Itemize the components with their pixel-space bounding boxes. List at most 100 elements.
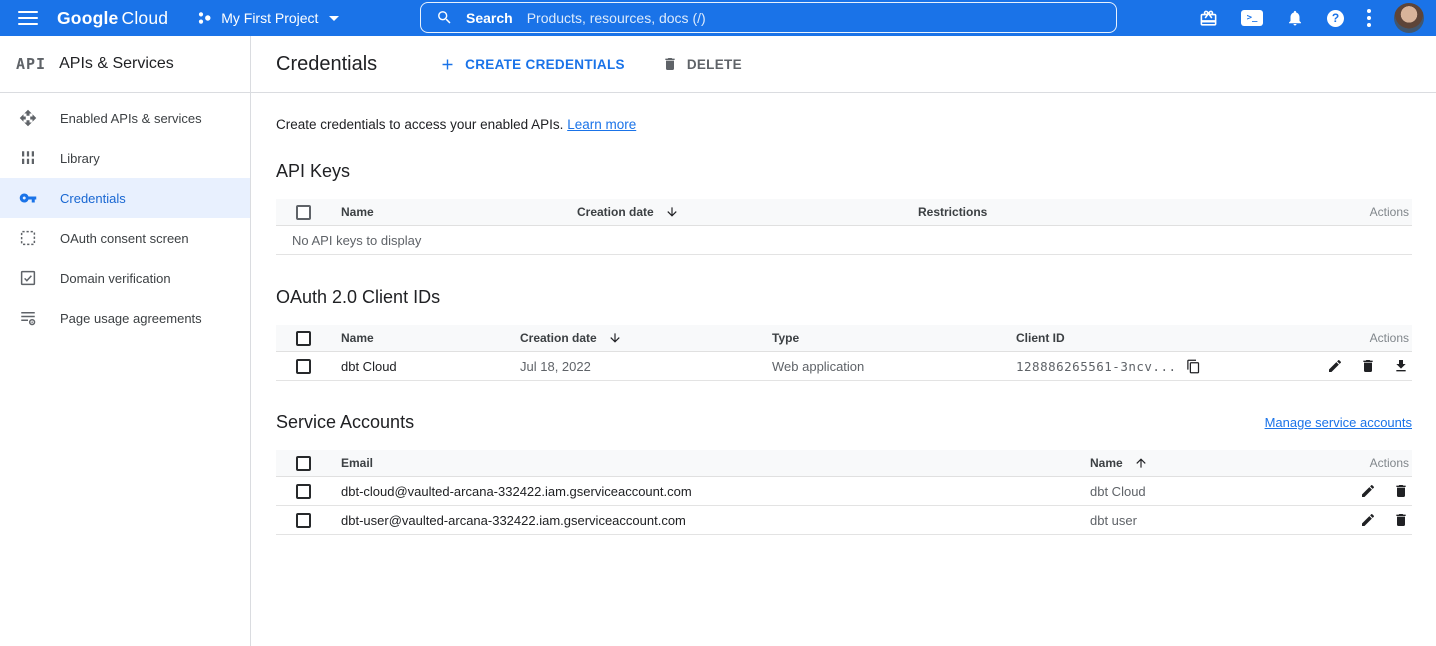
- edit-icon[interactable]: [1327, 358, 1343, 374]
- sort-desc-icon: [665, 205, 679, 219]
- sidebar: API APIs & Services Enabled APIs & servi…: [0, 36, 251, 646]
- sort-desc-icon: [608, 331, 622, 345]
- manage-service-accounts-link[interactable]: Manage service accounts: [1265, 415, 1412, 430]
- logo-cloud-text: Cloud: [121, 8, 168, 28]
- sidebar-item-label: Credentials: [60, 191, 126, 206]
- service-account-email: dbt-user@vaulted-arcana-332422.iam.gserv…: [341, 513, 1090, 528]
- sidebar-header: API APIs & Services: [0, 36, 250, 93]
- help-icon[interactable]: ?: [1327, 10, 1344, 27]
- edit-icon[interactable]: [1360, 512, 1376, 528]
- sidebar-item-enabled-apis[interactable]: Enabled APIs & services: [0, 98, 250, 138]
- select-all-checkbox[interactable]: [296, 456, 311, 471]
- name-label: Name: [1090, 456, 1123, 470]
- sidebar-item-label: Enabled APIs & services: [60, 111, 202, 126]
- sidebar-title: APIs & Services: [59, 55, 174, 73]
- download-icon[interactable]: [1393, 358, 1409, 374]
- project-name: My First Project: [221, 10, 318, 26]
- main-content: Credentials CREATE CREDENTIALS DELETE Cr…: [251, 36, 1436, 646]
- plus-icon: [439, 56, 456, 73]
- select-all-checkbox[interactable]: [296, 331, 311, 346]
- column-header-actions: Actions: [1302, 331, 1412, 345]
- project-icon: [196, 10, 212, 26]
- sidebar-item-domain-verification[interactable]: Domain verification: [0, 258, 250, 298]
- library-icon: [19, 149, 37, 167]
- intro-sentence: Create credentials to access your enable…: [276, 117, 563, 132]
- creation-date-label: Creation date: [520, 331, 597, 345]
- intro-text: Create credentials to access your enable…: [276, 117, 1412, 132]
- menu-icon[interactable]: [18, 11, 38, 25]
- sidebar-item-page-usage-agreements[interactable]: Page usage agreements: [0, 298, 250, 338]
- column-header-restrictions[interactable]: Restrictions: [918, 205, 1292, 219]
- more-vert-icon[interactable]: [1367, 9, 1371, 27]
- google-cloud-logo[interactable]: GoogleCloud: [57, 8, 168, 29]
- sidebar-item-credentials[interactable]: Credentials: [0, 178, 250, 218]
- sidebar-item-label: Library: [60, 151, 100, 166]
- delete-label: DELETE: [687, 57, 742, 72]
- project-selector[interactable]: My First Project: [196, 10, 339, 26]
- column-header-actions: Actions: [1292, 205, 1412, 219]
- sidebar-item-label: OAuth consent screen: [60, 231, 189, 246]
- row-checkbox[interactable]: [296, 513, 311, 528]
- row-checkbox[interactable]: [296, 359, 311, 374]
- api-keys-table: Name Creation date Restrictions Actions …: [276, 199, 1412, 255]
- sidebar-item-label: Page usage agreements: [60, 311, 202, 326]
- column-header-type[interactable]: Type: [772, 331, 1016, 345]
- delete-button[interactable]: DELETE: [662, 56, 742, 72]
- delete-icon[interactable]: [1360, 358, 1376, 374]
- top-bar: GoogleCloud My First Project Search Prod…: [0, 0, 1436, 36]
- column-header-client-id[interactable]: Client ID: [1016, 331, 1302, 345]
- table-row: dbt Cloud Jul 18, 2022 Web application 1…: [276, 352, 1412, 381]
- api-keys-empty-message: No API keys to display: [276, 226, 1412, 255]
- sidebar-nav: Enabled APIs & services Library Credenti…: [0, 93, 250, 338]
- service-account-name: dbt Cloud: [1090, 484, 1302, 499]
- avatar[interactable]: [1394, 3, 1424, 33]
- column-header-name[interactable]: Name: [341, 205, 577, 219]
- select-all-checkbox[interactable]: [296, 205, 311, 220]
- cloud-shell-icon[interactable]: >_: [1241, 10, 1263, 26]
- sort-asc-icon: [1134, 456, 1148, 470]
- delete-icon[interactable]: [1393, 512, 1409, 528]
- service-accounts-header-row: Email Name Actions: [276, 450, 1412, 477]
- oauth-consent-icon: [19, 229, 37, 247]
- service-account-email: dbt-cloud@vaulted-arcana-332422.iam.gser…: [341, 484, 1090, 499]
- service-accounts-table: Email Name Actions dbt-cloud@vaulted-arc…: [276, 450, 1412, 535]
- column-header-name[interactable]: Name: [341, 331, 520, 345]
- service-accounts-title: Service Accounts: [276, 412, 414, 433]
- notifications-icon[interactable]: [1286, 9, 1304, 27]
- page-usage-agreements-icon: [19, 309, 37, 327]
- chevron-down-icon: [329, 16, 339, 21]
- help-glyph: ?: [1327, 10, 1344, 27]
- sidebar-item-label: Domain verification: [60, 271, 171, 286]
- row-checkbox[interactable]: [296, 484, 311, 499]
- oauth-client-name: dbt Cloud: [341, 359, 520, 374]
- oauth-client-id: 128886265561-3ncv...: [1016, 359, 1177, 374]
- edit-icon[interactable]: [1360, 483, 1376, 499]
- cloud-shell-glyph: >_: [1241, 10, 1263, 26]
- sidebar-item-oauth-consent[interactable]: OAuth consent screen: [0, 218, 250, 258]
- enabled-apis-icon: [19, 109, 37, 127]
- column-header-email[interactable]: Email: [341, 456, 1090, 470]
- page-title: Credentials: [276, 53, 377, 76]
- gift-icon[interactable]: [1199, 9, 1218, 28]
- table-row: dbt-user@vaulted-arcana-332422.iam.gserv…: [276, 506, 1412, 535]
- oauth-client-type: Web application: [772, 359, 1016, 374]
- creation-date-label: Creation date: [577, 205, 654, 219]
- oauth-client-creation-date: Jul 18, 2022: [520, 359, 772, 374]
- column-header-creation-date[interactable]: Creation date: [577, 205, 918, 219]
- column-header-name[interactable]: Name: [1090, 456, 1302, 470]
- page-header: Credentials CREATE CREDENTIALS DELETE: [251, 36, 1436, 93]
- create-credentials-button[interactable]: CREATE CREDENTIALS: [439, 56, 625, 73]
- column-header-creation-date[interactable]: Creation date: [520, 331, 772, 345]
- search-placeholder: Products, resources, docs (/): [527, 10, 706, 26]
- create-credentials-label: CREATE CREDENTIALS: [465, 57, 625, 72]
- oauth-clients-title: OAuth 2.0 Client IDs: [276, 287, 1412, 308]
- copy-icon[interactable]: [1186, 359, 1201, 374]
- sidebar-item-library[interactable]: Library: [0, 138, 250, 178]
- search-input[interactable]: Search Products, resources, docs (/): [420, 2, 1117, 33]
- learn-more-link[interactable]: Learn more: [567, 117, 636, 132]
- delete-icon[interactable]: [1393, 483, 1409, 499]
- trash-icon: [662, 56, 678, 72]
- search-label: Search: [466, 10, 513, 26]
- api-keys-header-row: Name Creation date Restrictions Actions: [276, 199, 1412, 226]
- oauth-header-row: Name Creation date Type Client ID Action…: [276, 325, 1412, 352]
